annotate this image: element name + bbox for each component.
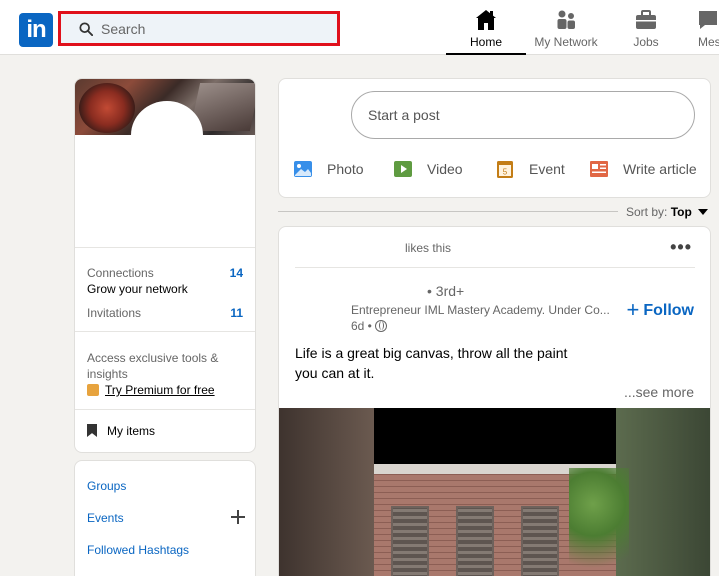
article-icon	[590, 161, 608, 177]
share-photo-button[interactable]: Photo	[293, 157, 364, 181]
more-options-icon[interactable]: •••	[670, 237, 692, 258]
cover-image-plant	[79, 83, 135, 133]
search-box[interactable]	[58, 11, 340, 46]
share-video-label: Video	[427, 161, 463, 177]
write-article-button[interactable]: Write article	[589, 157, 697, 181]
window-vent	[391, 506, 429, 576]
invitations-count[interactable]: 11	[230, 306, 243, 320]
search-input[interactable]	[101, 19, 321, 39]
nav-my-network-label: My Network	[534, 35, 598, 49]
post-body-text: Life is a great big canvas, throw all th…	[295, 343, 595, 383]
connection-degree: • 3rd+	[427, 283, 465, 299]
add-event-icon[interactable]	[231, 510, 245, 524]
network-icon	[557, 10, 575, 29]
connections-label[interactable]: Connections	[87, 266, 154, 280]
connections-count[interactable]: 14	[230, 266, 243, 280]
grow-network-link[interactable]: Grow your network	[87, 282, 188, 296]
feed-post: likes this ••• • 3rd+ Entrepreneur IML M…	[278, 226, 711, 576]
photo-icon	[294, 161, 312, 177]
caret-down-icon	[697, 209, 708, 215]
sort-value: Top	[670, 205, 692, 219]
event-icon: 5	[497, 161, 513, 178]
communities-card: Groups Events Followed Hashtags	[74, 460, 256, 576]
my-items-label: My items	[107, 424, 155, 438]
tree-foliage	[569, 468, 629, 576]
video-icon	[394, 161, 412, 177]
start-post-button[interactable]: Start a post	[351, 91, 695, 139]
invitations-label[interactable]: Invitations	[87, 306, 141, 320]
svg-text:5: 5	[503, 168, 508, 177]
avatar[interactable]	[131, 101, 203, 169]
bookmark-icon	[87, 424, 97, 437]
post-time-text: 6d •	[351, 319, 372, 333]
share-box: Start a post Photo Video 5 Event Write a…	[278, 78, 711, 198]
window-vent	[521, 506, 559, 576]
divider	[75, 409, 255, 410]
messaging-icon	[699, 11, 717, 29]
divider	[295, 267, 695, 268]
profile-card: Connections 14 Grow your network Invitat…	[74, 78, 256, 453]
window-vent	[456, 506, 494, 576]
my-items-link[interactable]: My items	[87, 424, 155, 438]
write-article-label: Write article	[623, 161, 697, 177]
home-icon	[476, 10, 496, 30]
try-premium-label: Try Premium for free	[105, 383, 215, 397]
premium-promo-text: Access exclusive tools & insights	[87, 351, 219, 381]
author-headline: Entrepreneur IML Mastery Academy. Under …	[351, 303, 610, 317]
divider	[75, 247, 255, 248]
nav-messaging[interactable]: Mes	[690, 8, 719, 55]
follow-label: Follow	[643, 302, 694, 319]
post-image[interactable]	[279, 408, 710, 576]
nav-my-network[interactable]: My Network	[528, 8, 604, 55]
divider	[75, 331, 255, 332]
image-blur-right	[616, 408, 710, 576]
followed-hashtags-link[interactable]: Followed Hashtags	[87, 543, 189, 557]
try-premium-link[interactable]: Try Premium for free	[87, 383, 215, 397]
globe-icon	[374, 320, 387, 332]
events-link[interactable]: Events	[87, 511, 124, 525]
nav-jobs-label: Jobs	[633, 35, 659, 49]
sort-dropdown[interactable]: Sort by: Top	[626, 205, 708, 219]
plus-icon: +	[626, 297, 640, 322]
premium-icon	[87, 384, 99, 396]
nav-jobs[interactable]: Jobs	[620, 8, 672, 55]
post-text-line: you can at it.	[295, 365, 375, 381]
linkedin-logo[interactable]: in	[19, 13, 53, 47]
image-blur-left	[279, 408, 374, 576]
follow-button[interactable]: + Follow	[626, 297, 694, 323]
sort-divider	[278, 211, 618, 212]
share-event-label: Event	[529, 161, 565, 177]
see-more-link[interactable]: ...see more	[624, 384, 694, 400]
sort-label: Sort by:	[626, 205, 668, 219]
share-video-button[interactable]: Video	[393, 157, 463, 181]
groups-link[interactable]: Groups	[87, 479, 126, 493]
nav-home[interactable]: Home	[446, 8, 526, 55]
post-timestamp: 6d •	[351, 319, 387, 333]
post-text-line: Life is a great big canvas, throw all th…	[295, 345, 568, 361]
search-icon	[79, 22, 93, 36]
nav-home-label: Home	[469, 35, 502, 49]
briefcase-icon	[636, 10, 656, 29]
nav-messaging-label: Mes	[698, 35, 719, 49]
social-activity-text: likes this	[405, 241, 452, 255]
top-navigation-bar: in Home My Network Jobs	[0, 0, 719, 55]
share-event-button[interactable]: 5 Event	[495, 157, 565, 181]
image-letterbox	[374, 408, 616, 464]
share-photo-label: Photo	[327, 161, 364, 177]
